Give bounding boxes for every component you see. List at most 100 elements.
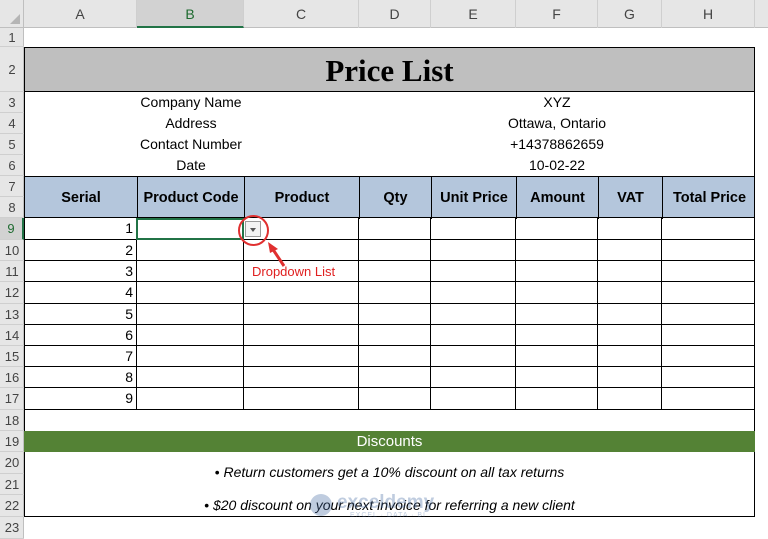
row-header-21[interactable]: 21 xyxy=(0,474,24,495)
row-header-22[interactable]: 22 xyxy=(0,495,24,517)
row-header-15[interactable]: 15 xyxy=(0,346,24,367)
table-cell[interactable] xyxy=(598,346,662,367)
row-header-8[interactable]: 8 xyxy=(0,197,24,218)
column-header-b[interactable]: B xyxy=(137,0,244,28)
table-cell[interactable] xyxy=(516,388,598,410)
column-header-d[interactable]: D xyxy=(359,0,431,28)
table-cell[interactable] xyxy=(244,304,359,325)
row-header-16[interactable]: 16 xyxy=(0,367,24,388)
table-cell[interactable] xyxy=(244,282,359,304)
table-cell[interactable] xyxy=(431,218,516,240)
table-cell[interactable] xyxy=(244,367,359,388)
table-cell[interactable] xyxy=(662,282,755,304)
row-header-18[interactable]: 18 xyxy=(0,410,24,431)
table-cell[interactable] xyxy=(359,261,431,282)
active-cell-b9[interactable] xyxy=(136,218,244,240)
column-header-a[interactable]: A xyxy=(24,0,137,28)
row-header-6[interactable]: 6 xyxy=(0,155,24,176)
table-cell[interactable] xyxy=(244,346,359,367)
table-cell[interactable] xyxy=(359,282,431,304)
table-cell[interactable] xyxy=(431,367,516,388)
row-header-19[interactable]: 19 xyxy=(0,431,24,452)
row-header-10[interactable]: 10 xyxy=(0,240,24,261)
table-cell[interactable] xyxy=(431,304,516,325)
table-cell[interactable] xyxy=(598,261,662,282)
column-header-g[interactable]: G xyxy=(598,0,662,28)
table-cell[interactable] xyxy=(516,325,598,346)
table-cell[interactable] xyxy=(598,218,662,240)
table-cell[interactable] xyxy=(359,388,431,410)
table-cell[interactable] xyxy=(431,282,516,304)
table-cell[interactable] xyxy=(516,240,598,261)
serial-cell[interactable]: 4 xyxy=(24,282,137,304)
serial-cell[interactable]: 5 xyxy=(24,304,137,325)
table-cell[interactable] xyxy=(431,261,516,282)
row-header-23[interactable]: 23 xyxy=(0,517,24,539)
row-header-13[interactable]: 13 xyxy=(0,304,24,325)
table-cell[interactable] xyxy=(662,240,755,261)
serial-cell[interactable]: 3 xyxy=(24,261,137,282)
table-cell[interactable] xyxy=(244,325,359,346)
table-cell[interactable] xyxy=(598,367,662,388)
table-cell[interactable] xyxy=(598,388,662,410)
select-all-corner[interactable] xyxy=(0,0,24,28)
table-cell[interactable] xyxy=(662,388,755,410)
column-header-e[interactable]: E xyxy=(431,0,516,28)
table-cell[interactable] xyxy=(137,261,244,282)
serial-cell[interactable]: 8 xyxy=(24,367,137,388)
table-cell[interactable] xyxy=(137,325,244,346)
table-cell[interactable] xyxy=(662,261,755,282)
table-cell[interactable] xyxy=(662,218,755,240)
serial-cell[interactable]: 1 xyxy=(24,218,137,240)
table-cell[interactable] xyxy=(431,388,516,410)
table-cell[interactable] xyxy=(598,282,662,304)
row-header-9[interactable]: 9 xyxy=(0,218,24,240)
table-cell[interactable] xyxy=(662,367,755,388)
table-cell[interactable] xyxy=(431,240,516,261)
table-cell[interactable] xyxy=(359,218,431,240)
table-cell[interactable] xyxy=(359,304,431,325)
table-cell[interactable] xyxy=(662,325,755,346)
row-header-7[interactable]: 7 xyxy=(0,176,24,197)
table-cell[interactable] xyxy=(516,304,598,325)
row-header-12[interactable]: 12 xyxy=(0,282,24,304)
row-header-3[interactable]: 3 xyxy=(0,92,24,113)
table-cell[interactable] xyxy=(359,367,431,388)
row-header-4[interactable]: 4 xyxy=(0,113,24,134)
column-header-c[interactable]: C xyxy=(244,0,359,28)
row-header-2[interactable]: 2 xyxy=(0,47,24,92)
serial-cell[interactable]: 6 xyxy=(24,325,137,346)
column-header-f[interactable]: F xyxy=(516,0,598,28)
table-cell[interactable] xyxy=(662,304,755,325)
table-cell[interactable] xyxy=(359,346,431,367)
serial-cell[interactable]: 2 xyxy=(24,240,137,261)
row-header-11[interactable]: 11 xyxy=(0,261,24,282)
table-cell[interactable] xyxy=(359,325,431,346)
table-cell[interactable] xyxy=(431,325,516,346)
row-header-5[interactable]: 5 xyxy=(0,134,24,155)
row-header-1[interactable]: 1 xyxy=(0,28,24,47)
table-cell[interactable] xyxy=(662,346,755,367)
table-cell[interactable] xyxy=(137,346,244,367)
table-cell[interactable] xyxy=(598,240,662,261)
table-cell[interactable] xyxy=(137,282,244,304)
table-cell[interactable] xyxy=(359,240,431,261)
table-cell[interactable] xyxy=(431,346,516,367)
table-cell[interactable] xyxy=(598,304,662,325)
column-header-h[interactable]: H xyxy=(662,0,755,28)
table-cell[interactable] xyxy=(244,388,359,410)
row-header-20[interactable]: 20 xyxy=(0,452,24,474)
serial-cell[interactable]: 9 xyxy=(24,388,137,410)
table-cell[interactable] xyxy=(137,304,244,325)
table-cell[interactable] xyxy=(137,388,244,410)
table-cell[interactable] xyxy=(516,218,598,240)
table-cell[interactable] xyxy=(516,367,598,388)
table-cell[interactable] xyxy=(598,325,662,346)
table-cell[interactable] xyxy=(516,282,598,304)
row-header-14[interactable]: 14 xyxy=(0,325,24,346)
table-cell[interactable] xyxy=(137,240,244,261)
row-header-17[interactable]: 17 xyxy=(0,388,24,410)
table-cell[interactable] xyxy=(516,346,598,367)
table-cell[interactable] xyxy=(137,367,244,388)
table-cell[interactable] xyxy=(516,261,598,282)
